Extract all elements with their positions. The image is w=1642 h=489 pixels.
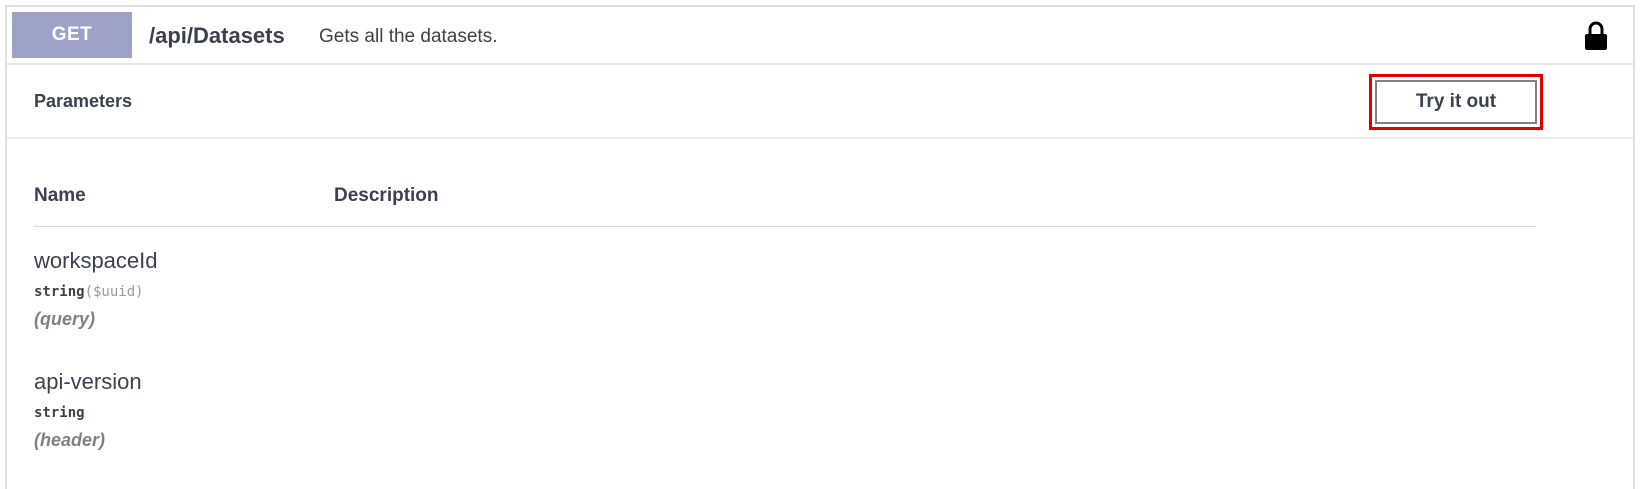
parameter-type: string [34, 403, 434, 423]
parameter-location: (query) [34, 309, 96, 329]
parameter-name: workspaceId [34, 248, 158, 273]
parameter-location: (header) [34, 430, 106, 450]
operation-block: GET /api/Datasets Gets all the datasets.… [5, 5, 1635, 489]
operation-summary[interactable]: GET /api/Datasets Gets all the datasets. [7, 7, 1633, 65]
try-it-out-button[interactable]: Try it out [1375, 80, 1537, 124]
parameters-table-header: Name Description [34, 183, 1536, 227]
operation-description: Gets all the datasets. [319, 26, 498, 47]
parameter-format: ($uuid) [84, 284, 144, 300]
parameters-header: Parameters Try it out [7, 65, 1633, 139]
parameter-name: api-version [34, 369, 142, 394]
parameter-type: string($uuid) [34, 282, 434, 302]
parameter-type-name: string [34, 284, 85, 300]
lock-icon[interactable] [1583, 20, 1609, 52]
parameters-title: Parameters [34, 91, 133, 111]
column-header-description: Description [334, 185, 439, 206]
method-badge: GET [12, 12, 132, 58]
parameter-type-name: string [34, 405, 85, 421]
column-header-name: Name [34, 185, 86, 206]
operation-path: /api/Datasets [149, 23, 285, 48]
parameter-row-api-version: api-version string (header) [34, 368, 434, 452]
parameter-row-workspaceid: workspaceId string($uuid) (query) [34, 247, 434, 331]
